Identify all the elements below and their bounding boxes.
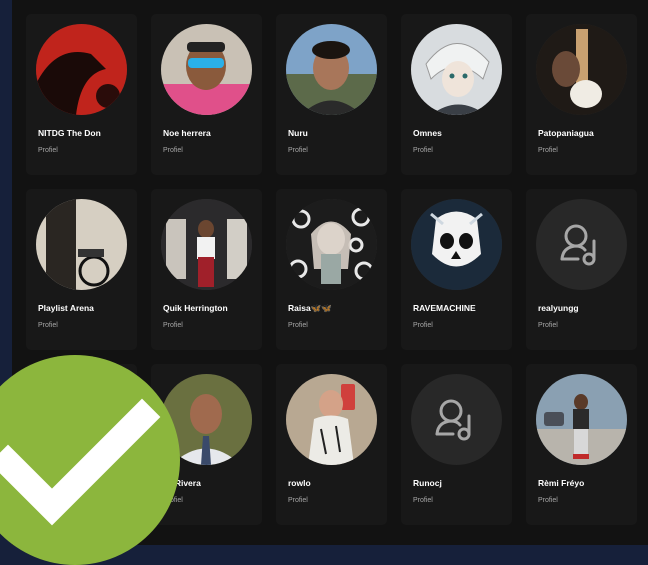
profile-avatar (286, 374, 377, 465)
profile-name: Raisa🦋🦋 (288, 303, 332, 313)
profile-type: Profiel (163, 147, 183, 154)
profile-avatar (536, 374, 627, 465)
profile-name: Playlist Arena (38, 303, 94, 313)
profile-avatar (36, 199, 127, 290)
profile-type: Profiel (288, 147, 308, 154)
profile-card[interactable]: Rèmi Fréyo Profiel (526, 364, 637, 525)
profile-name: NITDG The Don (38, 128, 101, 138)
user-music-icon (560, 224, 596, 266)
profile-name: RAVEMACHINE (413, 303, 476, 313)
profile-name: realyungg (538, 303, 579, 313)
profile-type: Profiel (538, 322, 558, 329)
profile-card[interactable]: RAVEMACHINE Profiel (401, 189, 512, 350)
profile-type: Profiel (413, 322, 433, 329)
profile-type: Profiel (163, 322, 183, 329)
profile-avatar (411, 24, 502, 115)
profile-card[interactable]: Noe herrera Profiel (151, 14, 262, 175)
profile-name: rowlo (288, 478, 311, 488)
profile-avatar (161, 199, 252, 290)
profile-type: Profiel (538, 497, 558, 504)
profile-type: Profiel (413, 497, 433, 504)
profile-name: Rèmi Fréyo (538, 478, 585, 488)
profile-card[interactable]: Quik Herrington Profiel (151, 189, 262, 350)
profile-avatar (536, 199, 627, 290)
profile-name: Nuru (288, 128, 308, 138)
profile-type: Profiel (538, 147, 558, 154)
profile-name: Runocj (413, 478, 442, 488)
profile-type: Profiel (38, 322, 58, 329)
profile-type: Profiel (38, 147, 58, 154)
checkmark-badge (0, 355, 180, 565)
profile-name: Quik Herrington (163, 303, 228, 313)
user-music-icon (435, 399, 471, 441)
profile-avatar (36, 24, 127, 115)
profile-card[interactable]: Patopaniagua Profiel (526, 14, 637, 175)
profile-avatar (286, 24, 377, 115)
profile-name: Omnes (413, 128, 442, 138)
profile-avatar (286, 199, 377, 290)
profile-card[interactable]: Omnes Profiel (401, 14, 512, 175)
profile-card[interactable]: NITDG The Don Profiel (26, 14, 137, 175)
profile-type: Profiel (288, 497, 308, 504)
profile-avatar (411, 374, 502, 465)
profile-card[interactable]: Runocj Profiel (401, 364, 512, 525)
profile-avatar (411, 199, 502, 290)
profile-avatar (536, 24, 627, 115)
profile-name: Noe herrera (163, 128, 211, 138)
profile-card[interactable]: rowlo Profiel (276, 364, 387, 525)
checkmark-icon (0, 398, 161, 526)
profile-avatar (161, 24, 252, 115)
profile-card[interactable]: Raisa🦋🦋 Profiel (276, 189, 387, 350)
profile-card[interactable]: realyungg Profiel (526, 189, 637, 350)
profile-name: Patopaniagua (538, 128, 594, 138)
profile-card[interactable]: Nuru Profiel (276, 14, 387, 175)
profile-card[interactable]: Playlist Arena Profiel (26, 189, 137, 350)
profile-type: Profiel (413, 147, 433, 154)
profile-type: Profiel (288, 322, 308, 329)
